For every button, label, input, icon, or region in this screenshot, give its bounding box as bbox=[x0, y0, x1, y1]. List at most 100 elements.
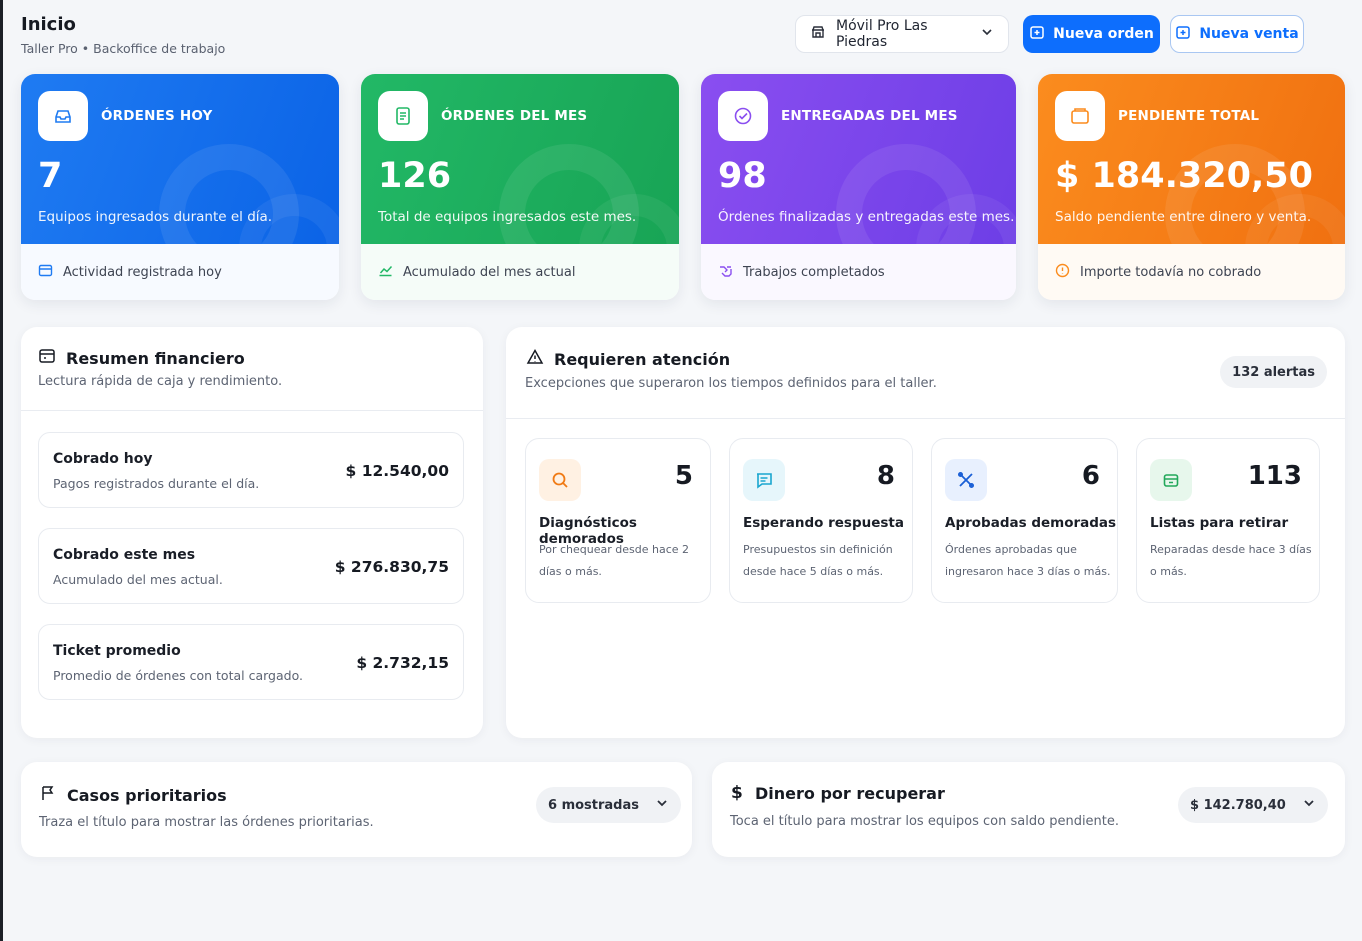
kpi-value: $ 184.320,50 bbox=[1055, 156, 1313, 196]
trend-up-icon bbox=[378, 263, 393, 282]
alert-description: Por chequear desde hace 2 días o más. bbox=[539, 543, 690, 578]
kpi-value: 7 bbox=[38, 156, 63, 196]
cart-plus-icon bbox=[1175, 24, 1191, 44]
kpi-header: ÓRDENES DEL MES 126 Total de equipos ing… bbox=[361, 74, 679, 244]
kpi-footer-label: Actividad registrada hoy bbox=[63, 264, 222, 280]
alert-count: 8 bbox=[876, 461, 895, 491]
alert-card-approved-delayed[interactable]: 6 Aprobadas demoradas Órdenes aprobadas … bbox=[931, 438, 1118, 603]
alert-card-delayed-diagnostics[interactable]: 5 Diagnósticos demorados Por chequear de… bbox=[525, 438, 711, 603]
search-icon bbox=[539, 459, 581, 501]
kpi-description: Equipos ingresados durante el día. bbox=[38, 209, 273, 225]
check-circle-icon bbox=[718, 91, 768, 141]
flag-icon bbox=[39, 784, 57, 806]
page-subtitle: Taller Pro • Backoffice de trabajo bbox=[21, 41, 226, 56]
divider bbox=[506, 418, 1345, 419]
financial-row-description: Promedio de órdenes con total cargado. bbox=[53, 668, 303, 683]
page-header: Inicio Taller Pro • Backoffice de trabaj… bbox=[21, 12, 1322, 62]
alert-circle-icon bbox=[1055, 263, 1070, 282]
wallet-icon bbox=[1055, 91, 1105, 141]
alert-count: 5 bbox=[674, 461, 693, 491]
kpi-footer-label: Acumulado del mes actual bbox=[403, 264, 576, 280]
kpi-footer-label: Importe todavía no cobrado bbox=[1080, 264, 1262, 280]
kpi-description: Total de equipos ingresados este mes. bbox=[378, 209, 637, 225]
divider bbox=[21, 410, 483, 411]
financial-row-description: Pagos registrados durante el día. bbox=[53, 476, 260, 491]
kpi-footer: Importe todavía no cobrado bbox=[1038, 244, 1345, 300]
kpi-header: ÓRDENES HOY 7 Equipos ingresados durante… bbox=[21, 74, 339, 244]
warning-icon bbox=[526, 348, 544, 370]
attention-panel: Requieren atención Excepciones que super… bbox=[506, 327, 1345, 738]
financial-row-label: Cobrado hoy bbox=[53, 451, 153, 467]
clipboard-icon bbox=[378, 91, 428, 141]
chevron-down-icon bbox=[655, 796, 669, 814]
financial-row-label: Cobrado este mes bbox=[53, 547, 196, 563]
financial-summary-title-label: Resumen financiero bbox=[66, 348, 245, 368]
branch-select[interactable]: Móvil Pro Las Piedras bbox=[795, 15, 1009, 53]
handshake-icon bbox=[718, 263, 733, 282]
alert-count: 113 bbox=[1247, 461, 1302, 491]
kpi-footer: Actividad registrada hoy bbox=[21, 244, 339, 300]
chevron-down-icon bbox=[980, 25, 994, 43]
financial-summary-panel: Resumen financiero Lectura rápida de caj… bbox=[21, 327, 483, 738]
kpi-footer: Acumulado del mes actual bbox=[361, 244, 679, 300]
attention-title-label: Requieren atención bbox=[554, 349, 731, 369]
cash-register-icon bbox=[38, 347, 56, 369]
inbox-icon bbox=[38, 91, 88, 141]
kpi-header: ENTREGADAS DEL MES 98 Órdenes finalizada… bbox=[701, 74, 1016, 244]
money-to-recover-title[interactable]: $ Dinero por recuperar bbox=[731, 783, 945, 803]
plus-box-icon bbox=[1029, 24, 1045, 44]
financial-row-today: Cobrado hoy Pagos registrados durante el… bbox=[38, 432, 464, 508]
calendar-icon bbox=[38, 263, 53, 282]
kpi-label: ENTREGADAS DEL MES bbox=[781, 108, 958, 124]
money-to-recover-toggle[interactable]: $ 142.780,40 bbox=[1178, 787, 1328, 823]
new-order-button[interactable]: Nueva orden bbox=[1023, 15, 1160, 53]
store-icon bbox=[810, 24, 826, 44]
message-icon bbox=[743, 459, 785, 501]
financial-row-average-ticket: Ticket promedio Promedio de órdenes con … bbox=[38, 624, 464, 700]
money-to-recover-amount: $ 142.780,40 bbox=[1190, 797, 1286, 813]
chevron-down-icon bbox=[1302, 796, 1316, 814]
alerts-count-badge: 132 alertas bbox=[1220, 356, 1327, 388]
kpi-description: Órdenes finalizadas y entregadas este me… bbox=[718, 209, 1015, 225]
kpi-value: 98 bbox=[718, 156, 767, 196]
alert-title: Listas para retirar bbox=[1150, 515, 1289, 531]
kpi-header: PENDIENTE TOTAL $ 184.320,50 Saldo pendi… bbox=[1038, 74, 1345, 244]
priority-cases-title-label: Casos prioritarios bbox=[67, 785, 227, 805]
new-sale-label: Nueva venta bbox=[1199, 26, 1299, 42]
money-to-recover-title-label: Dinero por recuperar bbox=[755, 783, 945, 803]
priority-cases-count: 6 mostradas bbox=[548, 797, 639, 813]
priority-cases-title[interactable]: Casos prioritarios bbox=[39, 784, 227, 806]
kpi-card-pending-total[interactable]: PENDIENTE TOTAL $ 184.320,50 Saldo pendi… bbox=[1038, 74, 1345, 300]
financial-row-label: Ticket promedio bbox=[53, 643, 181, 659]
alert-description: Reparadas desde hace 3 días o más. bbox=[1150, 543, 1312, 578]
package-icon bbox=[1150, 459, 1192, 501]
alert-count: 6 bbox=[1081, 461, 1100, 491]
attention-title: Requieren atención bbox=[526, 348, 730, 370]
financial-row-value: $ 12.540,00 bbox=[345, 462, 449, 480]
new-order-label: Nueva orden bbox=[1053, 26, 1154, 42]
alert-card-ready-pickup[interactable]: 113 Listas para retirar Reparadas desde … bbox=[1136, 438, 1320, 603]
money-to-recover-subtitle: Toca el título para mostrar los equipos … bbox=[730, 814, 1120, 829]
kpi-label: ÓRDENES HOY bbox=[101, 108, 213, 124]
page-title: Inicio bbox=[21, 14, 76, 35]
tools-icon bbox=[945, 459, 987, 501]
kpi-description: Saldo pendiente entre dinero y venta. bbox=[1055, 209, 1312, 225]
kpi-label: PENDIENTE TOTAL bbox=[1118, 108, 1260, 124]
kpi-value: 126 bbox=[378, 156, 452, 196]
kpi-card-orders-month[interactable]: ÓRDENES DEL MES 126 Total de equipos ing… bbox=[361, 74, 679, 300]
priority-cases-panel: Casos prioritarios Traza el título para … bbox=[21, 762, 692, 857]
kpi-footer-label: Trabajos completados bbox=[743, 264, 885, 280]
financial-row-description: Acumulado del mes actual. bbox=[53, 572, 223, 587]
alert-description: Órdenes aprobadas que ingresaron hace 3 … bbox=[945, 543, 1111, 578]
financial-summary-title: Resumen financiero bbox=[38, 347, 245, 369]
financial-row-value: $ 2.732,15 bbox=[356, 654, 449, 672]
priority-cases-toggle[interactable]: 6 mostradas bbox=[536, 787, 681, 823]
priority-cases-subtitle: Traza el título para mostrar las órdenes… bbox=[39, 815, 374, 830]
new-sale-button[interactable]: Nueva venta bbox=[1170, 15, 1304, 53]
kpi-footer: Trabajos completados bbox=[701, 244, 1016, 300]
kpi-card-delivered-month[interactable]: ENTREGADAS DEL MES 98 Órdenes finalizada… bbox=[701, 74, 1016, 300]
money-to-recover-panel: $ Dinero por recuperar Toca el título pa… bbox=[712, 762, 1345, 857]
kpi-label: ÓRDENES DEL MES bbox=[441, 108, 588, 124]
kpi-card-orders-today[interactable]: ÓRDENES HOY 7 Equipos ingresados durante… bbox=[21, 74, 339, 300]
alert-card-awaiting-response[interactable]: 8 Esperando respuesta Presupuestos sin d… bbox=[729, 438, 913, 603]
